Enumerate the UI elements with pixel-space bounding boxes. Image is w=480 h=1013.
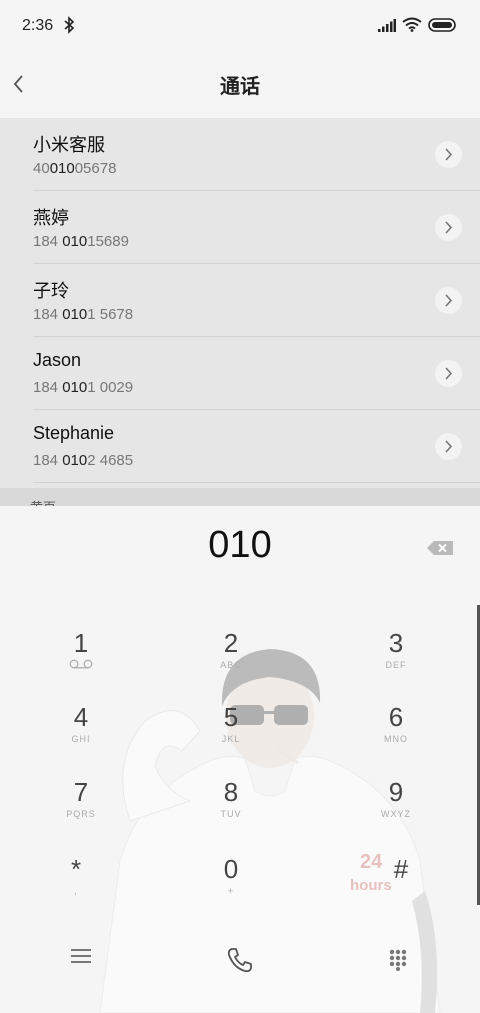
wifi-icon bbox=[402, 17, 422, 32]
dial-key-9[interactable]: 9 WXYZ bbox=[351, 777, 441, 843]
dial-key-8[interactable]: 8 TUV bbox=[186, 777, 276, 843]
key-digit: 6 bbox=[388, 702, 404, 732]
row-divider bbox=[33, 482, 480, 483]
contact-detail-button[interactable] bbox=[435, 287, 462, 314]
backspace-icon[interactable] bbox=[425, 538, 455, 558]
contact-row[interactable]: Jason 184 0101 0029 bbox=[0, 337, 480, 410]
call-icon[interactable] bbox=[226, 946, 254, 974]
key-letters: WXYZ bbox=[381, 809, 411, 819]
contact-list: 小米客服 4001005678 燕婷 184 01015689 子玲 184 0… bbox=[0, 118, 480, 506]
key-digit: 2 bbox=[223, 628, 239, 658]
section-header: 黄页 bbox=[0, 488, 480, 506]
dial-key-star[interactable]: * , bbox=[31, 854, 121, 920]
status-time: 2:36 bbox=[22, 17, 54, 34]
contact-row[interactable]: 子玲 184 0101 5678 bbox=[0, 264, 480, 337]
key-letters: , bbox=[74, 886, 78, 896]
contact-row[interactable]: Stephanie 184 0102 4685 bbox=[0, 410, 480, 483]
key-digit: # bbox=[393, 854, 409, 884]
contact-row[interactable]: 小米客服 4001005678 bbox=[0, 118, 480, 191]
dial-key-3[interactable]: 3 DEF bbox=[351, 628, 441, 694]
contact-detail-button[interactable] bbox=[435, 360, 462, 387]
contact-name: Stephanie bbox=[33, 423, 115, 443]
key-letters: + bbox=[227, 886, 235, 896]
page-title: 通话 bbox=[220, 74, 260, 98]
dial-key-2[interactable]: 2 ABC bbox=[186, 628, 276, 694]
contact-detail-button[interactable] bbox=[435, 141, 462, 168]
chevron-right-icon bbox=[445, 440, 453, 453]
key-digit: 3 bbox=[388, 628, 404, 658]
menu-icon[interactable] bbox=[70, 946, 92, 966]
key-digit: 8 bbox=[223, 777, 239, 807]
chevron-right-icon bbox=[445, 221, 453, 234]
contact-name: 燕婷 bbox=[33, 208, 69, 228]
status-bar: 2:36 bbox=[0, 0, 480, 52]
bluetooth-icon bbox=[64, 16, 75, 34]
key-letters: GHI bbox=[71, 734, 91, 744]
contact-number: 184 0102 4685 bbox=[33, 452, 134, 469]
dial-key-5[interactable]: 5 JKL bbox=[186, 702, 276, 768]
dialpad-icon[interactable] bbox=[388, 949, 408, 971]
dial-key-hash[interactable]: # bbox=[356, 854, 446, 920]
title-bar: 通话 bbox=[0, 52, 480, 118]
key-digit: 4 bbox=[73, 702, 89, 732]
signal-icon bbox=[378, 19, 396, 32]
contact-name: 小米客服 bbox=[33, 135, 105, 155]
contact-name: Jason bbox=[33, 350, 82, 370]
dial-key-4[interactable]: 4 GHI bbox=[36, 702, 126, 768]
dialed-number-display: 010 bbox=[208, 524, 272, 566]
key-digit: 0 bbox=[223, 854, 239, 884]
dial-key-6[interactable]: 6 MNO bbox=[351, 702, 441, 768]
key-letters: MNO bbox=[384, 734, 408, 744]
key-digit: 7 bbox=[73, 777, 89, 807]
key-letters: ABC bbox=[220, 660, 242, 670]
key-letters: DEF bbox=[385, 660, 407, 670]
contact-number: 184 0101 5678 bbox=[33, 306, 134, 323]
key-digit: * bbox=[70, 854, 82, 884]
dial-key-0[interactable]: 0 + bbox=[186, 854, 276, 920]
battery-icon bbox=[428, 18, 456, 32]
dial-key-7[interactable]: 7 PQRS bbox=[36, 777, 126, 843]
section-label: 黄页 bbox=[30, 497, 56, 506]
contact-number: 4001005678 bbox=[33, 160, 117, 177]
key-digit: 1 bbox=[73, 628, 89, 658]
key-letters: JKL bbox=[221, 734, 241, 744]
contact-name: 子玲 bbox=[33, 281, 69, 301]
contact-detail-button[interactable] bbox=[435, 433, 462, 460]
contact-row[interactable]: 燕婷 184 01015689 bbox=[0, 191, 480, 264]
chevron-right-icon bbox=[445, 367, 453, 380]
chevron-right-icon bbox=[445, 148, 453, 161]
key-letters: TUV bbox=[220, 809, 242, 819]
dial-pad-panel: 24 hours 010 1 2 ABC 3 DEF 4 GHI 5 JKL 6… bbox=[0, 506, 480, 1013]
key-digit: 5 bbox=[223, 702, 239, 732]
contact-detail-button[interactable] bbox=[435, 214, 462, 241]
key-digit: 9 bbox=[388, 777, 404, 807]
key-letters: PQRS bbox=[66, 809, 96, 819]
contact-number: 184 0101 0029 bbox=[33, 379, 134, 396]
voicemail-icon bbox=[69, 659, 93, 669]
chevron-right-icon bbox=[445, 294, 453, 307]
dial-key-1[interactable]: 1 bbox=[36, 628, 126, 694]
contact-number: 184 01015689 bbox=[33, 233, 129, 250]
